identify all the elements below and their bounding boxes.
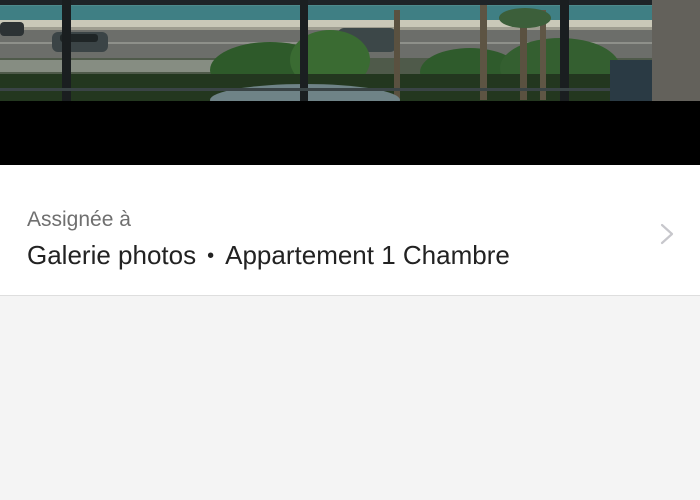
- separator-dot: •: [207, 245, 215, 267]
- chevron-right-icon[interactable]: [656, 223, 678, 245]
- empty-content-area: [0, 297, 700, 500]
- assigned-to-value: Galerie photos • Appartement 1 Chambre: [27, 240, 510, 271]
- photo-preview[interactable]: [0, 0, 700, 101]
- assigned-to-label: Assignée à: [27, 208, 131, 231]
- assigned-to-row[interactable]: Assignée à Galerie photos • Appartement 1 …: [0, 165, 700, 296]
- album-name: Galerie photos: [27, 240, 197, 270]
- balcony-sea-view-photo: [0, 0, 700, 101]
- assigned-target: Appartement 1 Chambre: [225, 240, 510, 270]
- photo-letterbox-band: [0, 101, 700, 165]
